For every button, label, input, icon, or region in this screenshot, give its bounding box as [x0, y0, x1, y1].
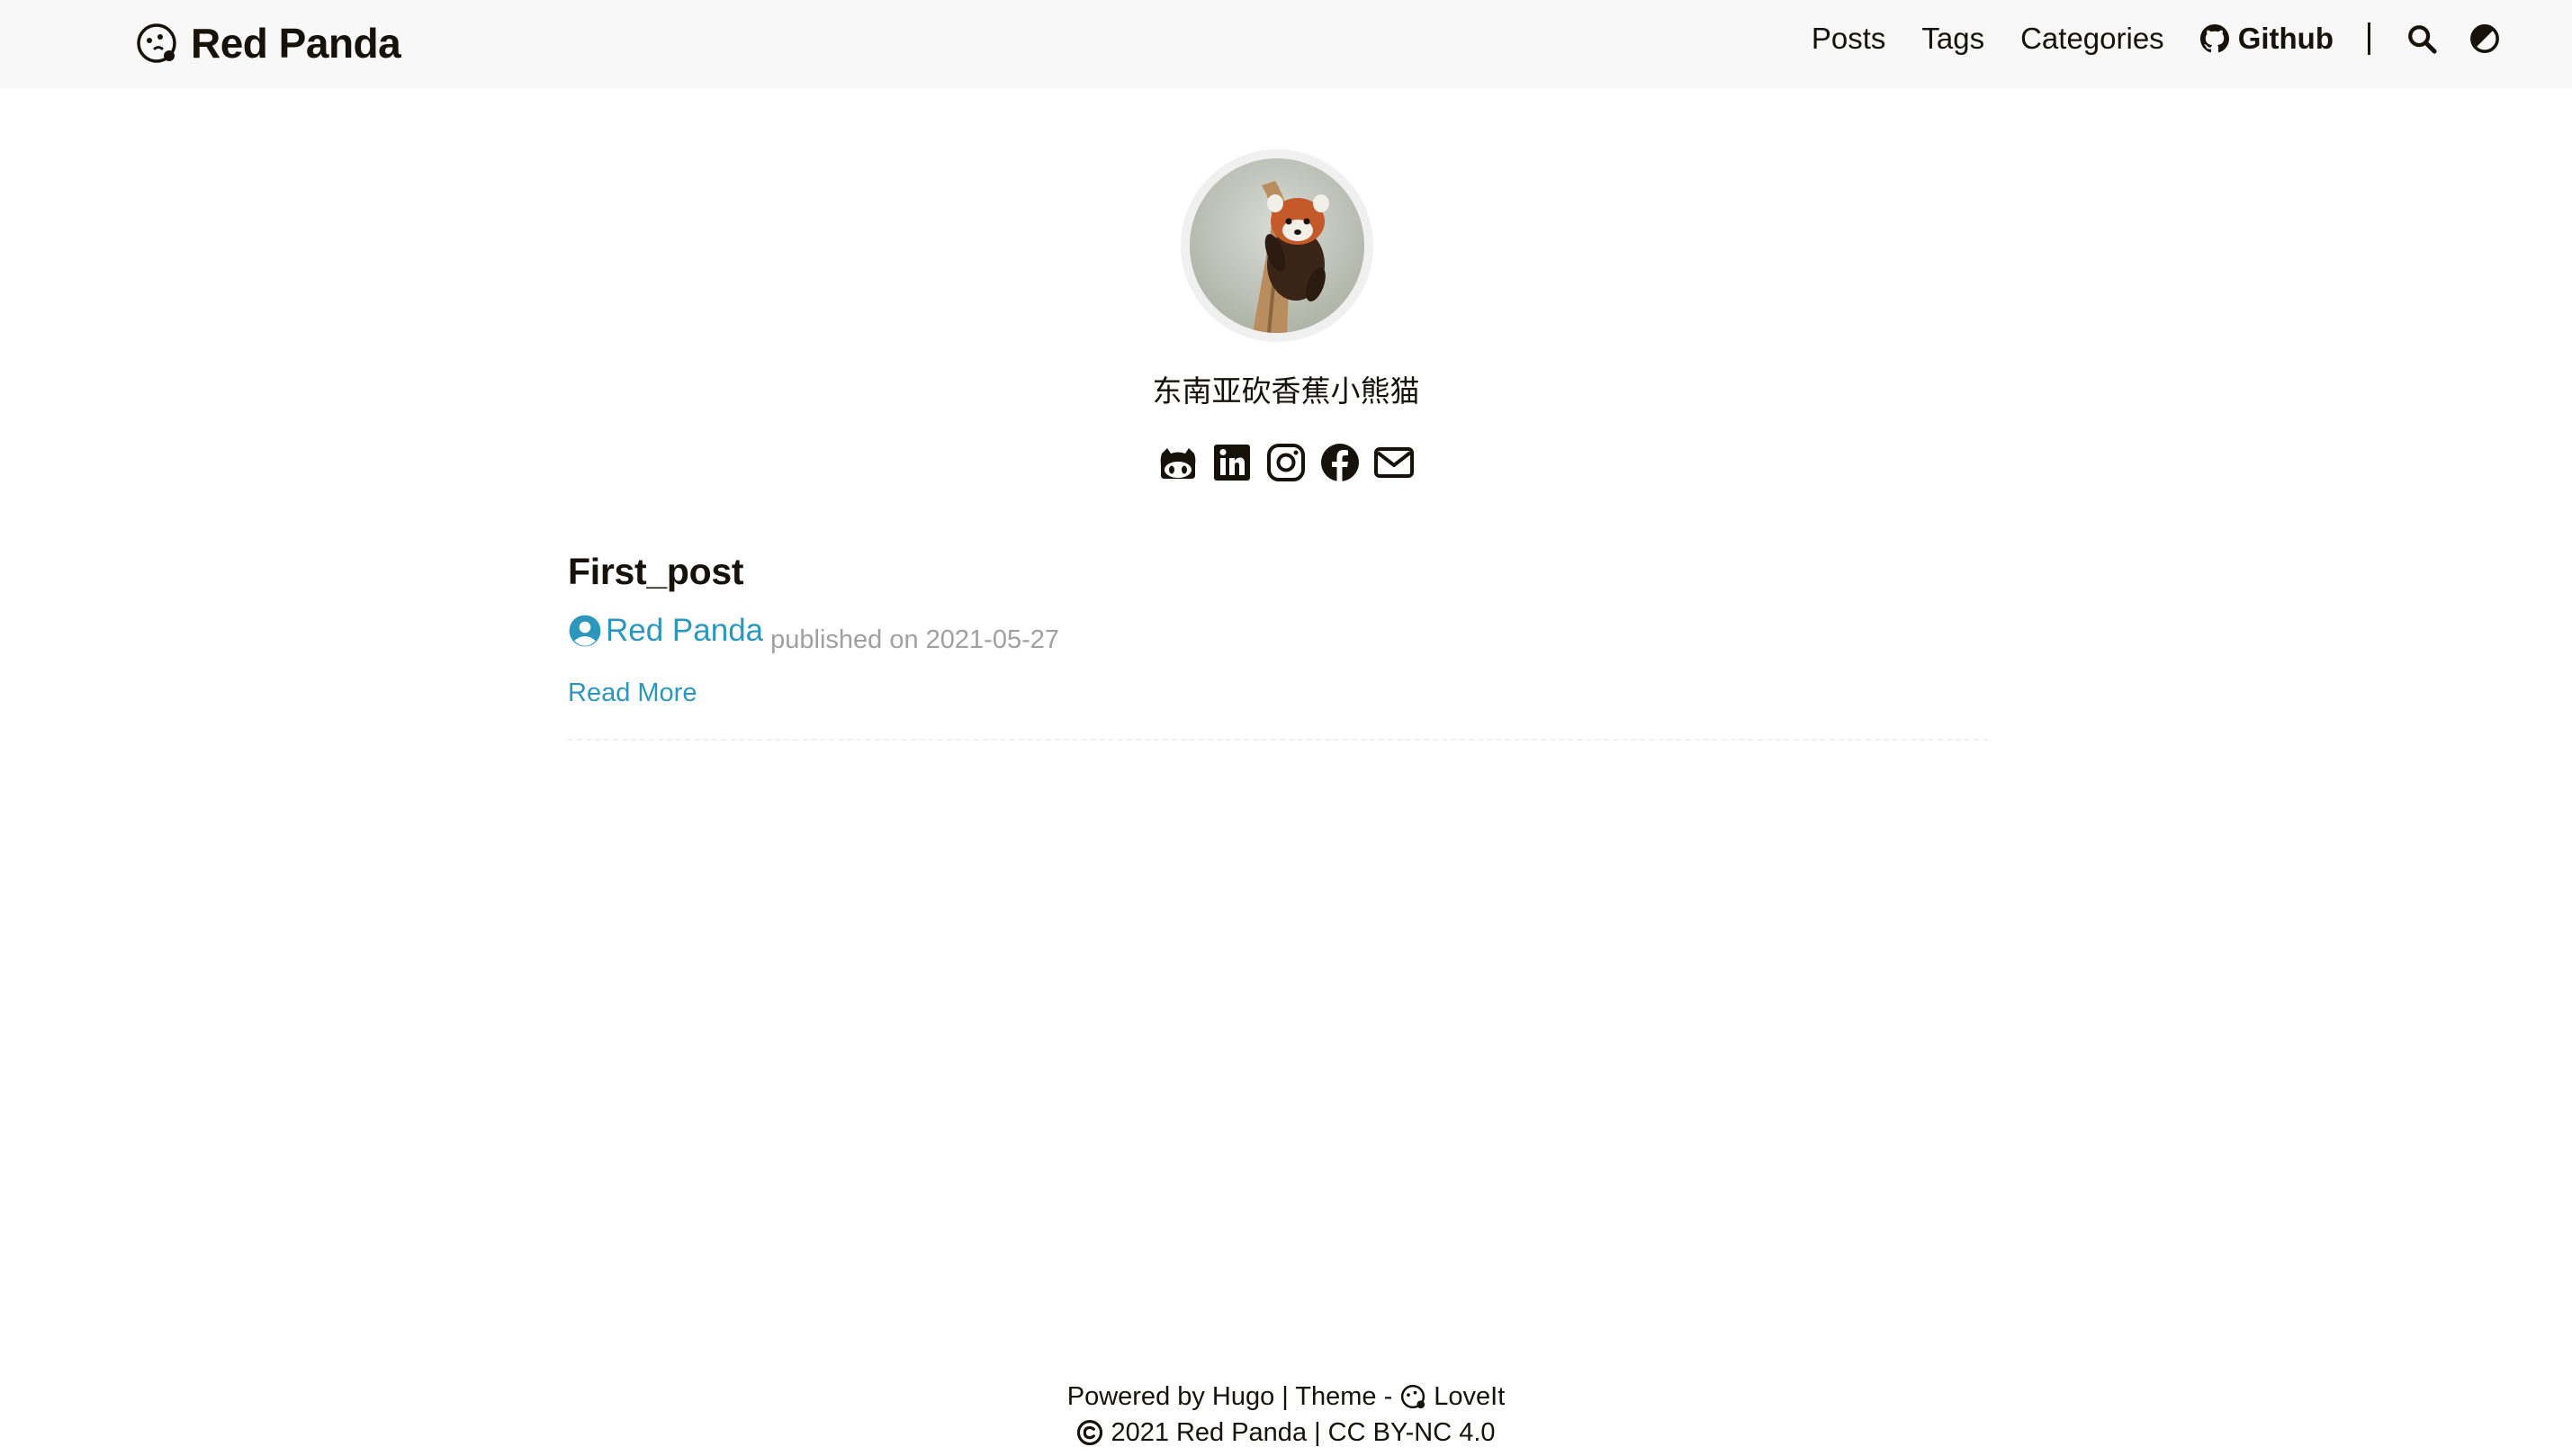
footer-hugo-link[interactable]: Hugo	[1212, 1379, 1274, 1415]
footer-powered-by: Powered by	[1066, 1382, 1205, 1411]
search-button[interactable]	[2406, 23, 2437, 54]
post-meta: Red Panda published on 2021-05-27	[568, 613, 1988, 655]
nav-item-github[interactable]: Github	[2199, 22, 2334, 56]
post-summary: First_post Red Panda published on 2021-0…	[568, 551, 1988, 741]
site-header: Red Panda Posts Tags Categories Github	[0, 0, 2572, 88]
facebook-icon	[1321, 444, 1359, 481]
footer-copyright-year: 2021	[1111, 1418, 1169, 1447]
social-facebook-link[interactable]	[1318, 441, 1362, 484]
footer-copyright-line: 2021 Red Panda | CC BY-NC 4.0	[0, 1415, 2572, 1451]
site-footer: Powered by Hugo | Theme - LoveIt 2021 Re…	[0, 1379, 2572, 1451]
linkedin-icon	[1214, 445, 1250, 481]
profile-subtitle: 东南亚砍香蕉小熊猫	[1152, 374, 1420, 408]
post-divider	[568, 739, 1988, 741]
footer-license: | CC BY-NC 4.0	[1314, 1418, 1496, 1447]
panda-face-icon	[1401, 1384, 1425, 1409]
user-circle-icon	[569, 615, 601, 647]
instagram-icon	[1267, 444, 1305, 481]
footer-powered-line: Powered by Hugo | Theme - LoveIt	[0, 1379, 2572, 1415]
nav-github-label: Github	[2237, 22, 2334, 55]
footer-owner-link[interactable]: Red Panda	[1176, 1415, 1307, 1451]
github-icon	[2199, 24, 2229, 53]
read-more-link[interactable]: Read More	[568, 679, 697, 708]
theme-toggle-button[interactable]	[2469, 23, 2500, 54]
nav-item-categories[interactable]: Categories	[2020, 22, 2164, 56]
email-icon	[1374, 447, 1414, 478]
site-brand-link[interactable]: Red Panda	[135, 14, 401, 72]
social-instagram-link[interactable]	[1264, 441, 1308, 484]
social-email-link[interactable]	[1372, 441, 1416, 484]
post-title[interactable]: First_post	[568, 551, 1988, 593]
panda-face-icon	[137, 23, 176, 63]
post-author-link[interactable]: Red Panda	[568, 613, 763, 649]
search-icon	[2408, 25, 2437, 54]
avatar-frame	[1181, 149, 1373, 342]
social-github-link[interactable]	[1156, 441, 1200, 484]
footer-theme-prefix: | Theme -	[1282, 1382, 1393, 1411]
social-linkedin-link[interactable]	[1210, 441, 1254, 484]
avatar	[1190, 158, 1364, 333]
site-title: Red Panda	[191, 20, 401, 67]
social-links	[0, 441, 2572, 484]
footer-theme-link[interactable]: LoveIt	[1434, 1379, 1505, 1415]
nav-item-tags[interactable]: Tags	[1921, 22, 1984, 56]
post-author-name: Red Panda	[606, 613, 764, 648]
copyright-icon	[1077, 1419, 1103, 1446]
nav-divider	[2368, 22, 2370, 55]
nav-item-posts[interactable]: Posts	[1812, 22, 1886, 56]
post-published-date: published on 2021-05-27	[770, 625, 1060, 654]
theme-toggle-icon	[2470, 24, 2499, 53]
github-alt-icon	[1160, 448, 1196, 479]
main-nav: Posts Tags Categories Github	[1776, 0, 2500, 77]
